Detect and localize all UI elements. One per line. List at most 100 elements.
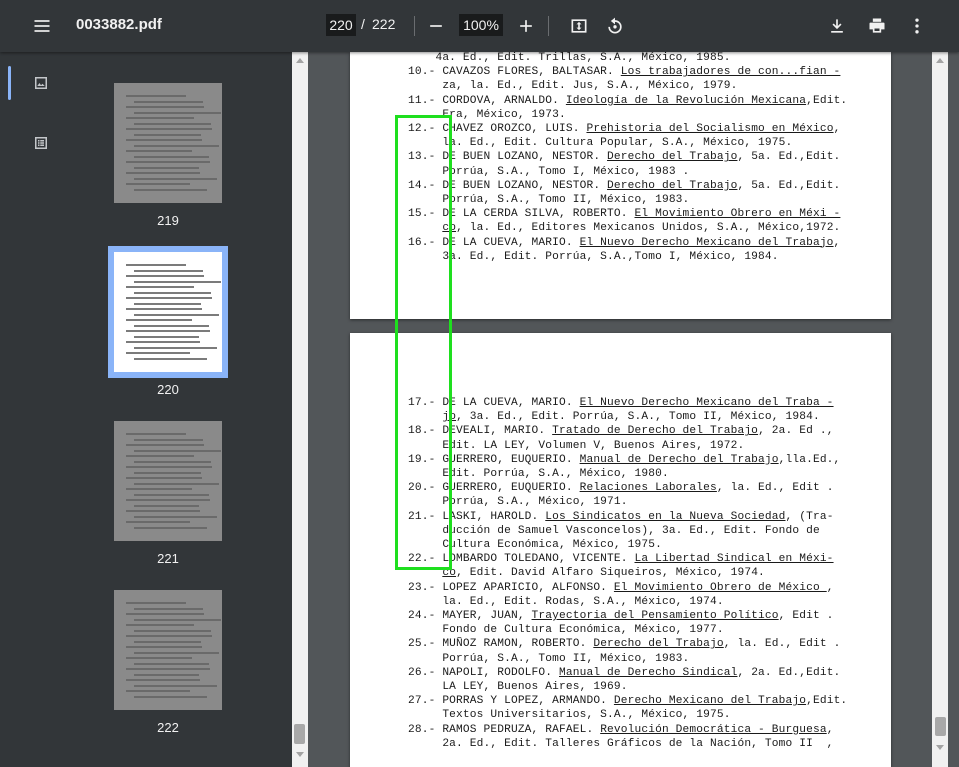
thumbnail-text-line [134, 133, 201, 136]
thumbnail-text-line [126, 499, 210, 501]
page-thumbnail[interactable] [114, 590, 222, 710]
more-actions-button[interactable] [901, 10, 933, 42]
thumbnail-text-line [126, 286, 194, 288]
thumbnail-text-line [126, 172, 200, 174]
bibliography-line: 28.- RAMOS PEDRUZA, RAFAEL. Revolución D… [408, 724, 834, 736]
bibliography-line: la. Ed., Edit. Rodas, S.A., México, 1974… [408, 596, 724, 608]
green-highlight-box [395, 115, 452, 570]
document-scroll-thumb[interactable] [935, 717, 946, 736]
entry-text: 3a. Ed., Edit. Porrúa, S.A.,Tomo I, Méxi… [408, 250, 779, 263]
thumbnail-text-line [126, 183, 190, 185]
thumbnail-text-line [134, 313, 219, 316]
scroll-up-arrow[interactable] [296, 58, 304, 63]
thumbnail-text-line [126, 646, 202, 648]
zoom-out-button[interactable] [420, 10, 452, 42]
doc-scroll-down-arrow[interactable] [936, 745, 944, 750]
entry-text: 24.- MAYER, JUAN, [408, 610, 532, 622]
thumbnail-text-line [134, 357, 207, 360]
thumbnail-text-line [126, 275, 204, 277]
page-thumbnail[interactable] [114, 252, 222, 372]
thumbnail-label: 222 [157, 720, 179, 735]
menu-button[interactable] [26, 10, 58, 42]
rotate-button[interactable] [599, 10, 631, 42]
entry-text: ,Edit. [806, 695, 848, 708]
zoom-in-button[interactable] [510, 10, 542, 42]
bibliography-line: 23.- LOPEZ APARICIO, ALFONSO. El Movimie… [408, 582, 834, 594]
entry-title: Tratado de Derecho del Trabajo [552, 425, 759, 438]
thumbnail-text-line [126, 341, 200, 343]
pdf-toolbar: 0033882.pdf / 222 100% [0, 0, 959, 52]
thumbnail-text-line [126, 613, 204, 615]
thumbnail-label: 219 [157, 213, 179, 228]
thumbnail-text-line [134, 471, 201, 474]
entry-title: Los trabajadores de con...fian - [620, 66, 841, 79]
thumbnail-text-line [126, 510, 200, 512]
image-icon [35, 77, 47, 89]
sidebar-scrollbar[interactable] [292, 52, 308, 767]
thumbnail-text-line [126, 139, 202, 141]
bibliography-line: Porrúa, S.A., Tomo II, México, 1983. [408, 653, 689, 665]
thumbnail-text-line [134, 324, 209, 327]
bibliography-line: ducción de Samuel Vasconcelos), 3a. Ed.,… [408, 525, 820, 537]
bibliography-line: Fondo de Cultura Económica, México, 1977… [408, 624, 724, 636]
thumbnail-text-line [126, 488, 192, 490]
entry-text: Edit. LA LEY, Volumen V, Buenos Aires, 1… [408, 439, 745, 452]
thumbnail-text-line [126, 117, 194, 119]
scroll-down-arrow[interactable] [296, 752, 304, 757]
zoom-level-input[interactable]: 100% [459, 14, 503, 36]
window-edge [948, 52, 959, 767]
thumbnail-text-line [134, 155, 209, 158]
thumbnail-text-line [126, 297, 212, 299]
thumbnail-text-line [134, 526, 207, 529]
thumbnail-text-line [134, 504, 199, 507]
print-button[interactable] [861, 10, 893, 42]
sidebar-scroll-thumb[interactable] [294, 724, 305, 744]
thumbnail-text-line [126, 466, 212, 468]
thumbnail-text-line [134, 662, 209, 665]
bibliography-line: Edit. LA LEY, Volumen V, Buenos Aires, 1… [408, 440, 744, 452]
page-thumbnail[interactable] [114, 83, 222, 203]
thumbnail-text-line [126, 602, 186, 604]
document-scrollbar[interactable] [932, 52, 948, 767]
bibliography-line: 15.- DE LA CERDA SILVA, ROBERTO. El Movi… [408, 208, 840, 220]
entry-text: , [826, 581, 834, 594]
thumbnail-text-line [126, 106, 204, 108]
entry-title: Trayectoria del Pensamiento Político [531, 610, 779, 622]
download-button[interactable] [821, 10, 853, 42]
thumbnail-text-line [134, 695, 207, 698]
rotate-icon [608, 17, 622, 34]
doc-scroll-up-arrow[interactable] [936, 58, 944, 63]
bibliography-line: 14.- DE BUEN LOZANO, NESTOR. Derecho del… [408, 180, 840, 192]
entry-title: Ideología de la Revolución Mexicana [565, 94, 807, 107]
entry-title: Derecho Mexicano del Trabajo [613, 695, 807, 708]
document-title: 0033882.pdf [76, 16, 162, 33]
thumbnails-tab[interactable] [26, 68, 56, 98]
thumbnail-text-line [126, 433, 186, 435]
thumbnail-text-line [134, 629, 211, 632]
list-icon [35, 137, 47, 149]
outline-tab[interactable] [26, 128, 56, 158]
thumbnail-text-line [126, 635, 212, 637]
entry-title: El Nuevo Derecho Mexicano del Trabajo [579, 236, 834, 249]
thumbnail-text-line [134, 618, 221, 621]
entry-text: Textos Universitarios, S.A., México, 197… [408, 709, 731, 722]
bibliography-line: la. Ed., Edit. Cultura Popular, S.A., Mé… [408, 137, 792, 149]
bibliography-line: 21.- LASKI, HAROLD. Los Sindicatos en la… [408, 511, 834, 523]
thumbnail-text-line [126, 521, 190, 523]
toolbar-divider [414, 16, 415, 36]
bibliography-line: 11.- CORDOVA, ARNALDO. Ideología de la R… [408, 95, 847, 107]
entry-title: Derecho del Trabajo [593, 638, 724, 651]
entry-text: , 5a. Ed.,Edit. [737, 151, 841, 164]
page-thumbnail[interactable] [114, 421, 222, 541]
thumbnail-text-line [126, 477, 202, 479]
thumbnail-text-line [126, 455, 194, 457]
print-icon [869, 18, 885, 33]
entry-text: , [833, 236, 841, 249]
page-number-input[interactable] [326, 14, 356, 36]
entry-title: Prehistoria del Socialismo en México [586, 123, 834, 135]
entry-text: LA LEY, Buenos Aires, 1969. [408, 681, 628, 693]
thumbnail-text-line [126, 444, 204, 446]
fit-page-button[interactable] [563, 10, 595, 42]
download-icon [831, 19, 843, 33]
entry-text: , 2a. Ed.,Edit. [737, 666, 841, 679]
